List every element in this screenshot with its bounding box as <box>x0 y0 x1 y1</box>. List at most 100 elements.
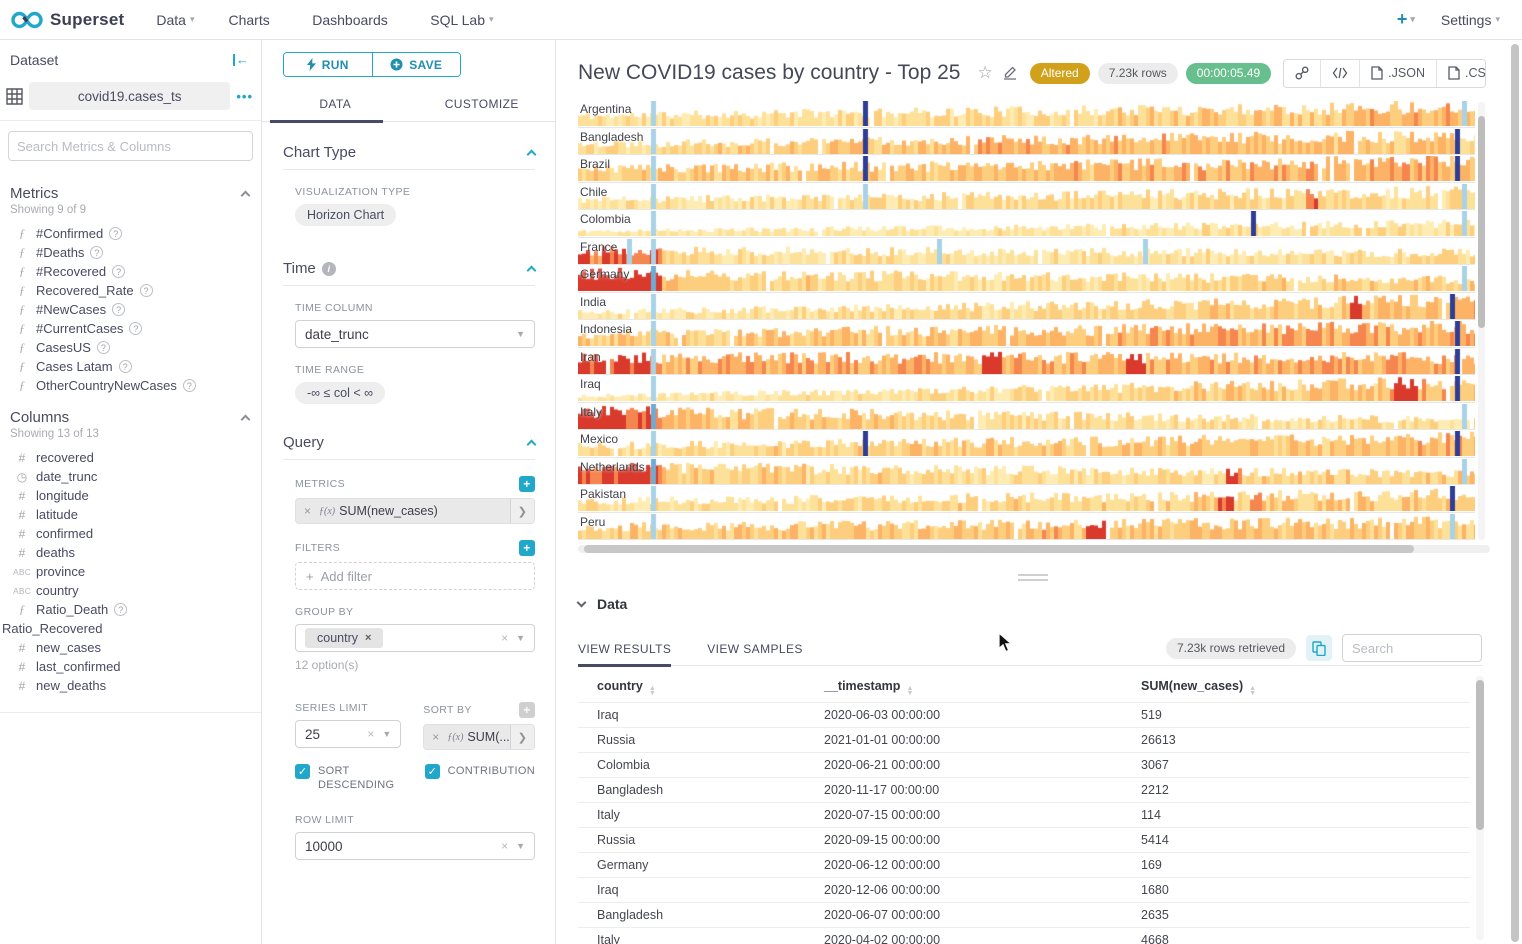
table-row[interactable]: Germany 2020-06-12 00:00:00 169 <box>578 852 1470 877</box>
help-icon[interactable]: ? <box>140 284 153 297</box>
add-filter-plus-button[interactable]: + <box>519 540 535 556</box>
chart-vertical-scrollbar[interactable] <box>1478 102 1485 540</box>
table-row[interactable]: Iraq 2020-12-06 00:00:00 1680 <box>578 877 1470 902</box>
table-row[interactable]: Italy 2020-04-02 00:00:00 4668 <box>578 927 1470 944</box>
help-icon[interactable]: ? <box>114 603 127 616</box>
metric-item[interactable]: ƒ #NewCases ? <box>0 300 261 319</box>
add-sortby-button[interactable]: + <box>519 702 535 718</box>
metric-pill[interactable]: × ƒ(x) SUM(new_cases) ❯ <box>295 498 535 524</box>
horizon-row[interactable]: Germany <box>578 265 1475 293</box>
horizon-row[interactable]: Argentina <box>578 100 1475 128</box>
nav-item[interactable]: Dashboards ▾ <box>312 12 396 28</box>
viz-type-value[interactable]: Horizon Chart <box>295 204 396 226</box>
metric-item[interactable]: ƒ #Deaths ? <box>0 243 261 262</box>
table-row[interactable]: Russia 2020-09-15 00:00:00 5414 <box>578 827 1470 852</box>
edit-title-icon[interactable] <box>1003 66 1017 80</box>
help-icon[interactable]: ? <box>183 379 196 392</box>
save-button[interactable]: SAVE <box>372 53 461 76</box>
dataset-options-icon[interactable]: ••• <box>236 89 253 104</box>
help-icon[interactable]: ? <box>112 303 125 316</box>
remove-metric-icon[interactable]: × <box>296 504 319 518</box>
horizon-row[interactable]: Colombia <box>578 210 1475 238</box>
share-link-button[interactable] <box>1284 60 1321 87</box>
metric-item[interactable]: ƒ #CurrentCases ? <box>0 319 261 338</box>
metric-item[interactable]: ƒ #Confirmed ? <box>0 224 261 243</box>
metrics-search[interactable] <box>8 131 253 161</box>
col-header-metric[interactable]: SUM(new_cases)▲▼ <box>1141 679 1470 696</box>
column-item[interactable]: ƒ Ratio_Death ? <box>0 600 261 619</box>
chart-horizontal-scrollbar[interactable] <box>578 545 1490 553</box>
row-limit-select[interactable]: 10000 × ▼ <box>295 832 535 860</box>
column-item[interactable]: # confirmed ? <box>0 524 261 543</box>
collapse-panel-icon[interactable]: ← <box>233 54 249 66</box>
table-row[interactable]: Italy 2020-07-15 00:00:00 114 <box>578 802 1470 827</box>
help-icon[interactable]: ? <box>90 246 103 259</box>
clear-icon[interactable]: × <box>501 631 508 645</box>
table-row[interactable]: Colombia 2020-06-21 00:00:00 3067 <box>578 752 1470 777</box>
horizon-row[interactable]: Pakistan <box>578 485 1475 513</box>
nav-item[interactable]: Charts ▾ <box>228 12 278 28</box>
contribution-checkbox[interactable]: ✓ <box>425 764 440 779</box>
tab-data[interactable]: DATA <box>262 86 409 121</box>
metric-item[interactable]: ƒ CasesUS ? <box>0 338 261 357</box>
chevron-down-icon[interactable] <box>577 597 587 607</box>
results-search-input[interactable] <box>1342 634 1482 662</box>
embed-code-button[interactable] <box>1321 60 1360 87</box>
help-icon[interactable]: ? <box>97 341 110 354</box>
help-icon[interactable]: ? <box>112 265 125 278</box>
panel-resize-handle[interactable] <box>1018 574 1048 584</box>
column-item[interactable]: # new_cases ? <box>0 638 261 657</box>
sort-icon[interactable]: ▲▼ <box>1249 686 1256 696</box>
time-range-value[interactable]: -∞ ≤ col < ∞ <box>295 382 385 404</box>
horizon-row[interactable]: Chile <box>578 183 1475 211</box>
horizon-row[interactable]: Brazil <box>578 155 1475 183</box>
horizon-row[interactable]: Netherlands <box>578 458 1475 486</box>
column-item[interactable]: ◷ date_trunc ? <box>0 467 261 486</box>
superset-logo[interactable]: Superset <box>0 9 138 31</box>
chevron-up-icon[interactable] <box>527 150 537 160</box>
add-metric-button[interactable]: + <box>519 476 535 492</box>
dataset-name[interactable]: covid19.cases_ts <box>29 82 230 110</box>
horizon-row[interactable]: Italy <box>578 403 1475 431</box>
col-header-country[interactable]: country▲▼ <box>578 679 824 696</box>
tab-customize[interactable]: CUSTOMIZE <box>409 86 556 121</box>
column-item[interactable]: # last_confirmed ? <box>0 657 261 676</box>
column-item[interactable]: ABC province ? <box>0 562 261 581</box>
help-icon[interactable]: ? <box>119 360 132 373</box>
column-item[interactable]: # longitude ? <box>0 486 261 505</box>
column-item[interactable]: ABC country ? <box>0 581 261 600</box>
settings-menu[interactable]: Settings ▾ <box>1441 12 1500 28</box>
expand-metric-icon[interactable]: ❯ <box>510 499 534 523</box>
table-row[interactable]: Bangladesh 2020-06-07 00:00:00 2635 <box>578 902 1470 927</box>
copy-data-button[interactable] <box>1306 635 1332 661</box>
new-item-button[interactable]: + ▾ <box>1397 9 1415 30</box>
sort-icon[interactable]: ▲▼ <box>649 686 656 696</box>
column-item[interactable]: # new_deaths ? <box>0 676 261 695</box>
chevron-up-icon[interactable] <box>527 266 537 276</box>
horizon-row[interactable]: Iraq <box>578 375 1475 403</box>
horizon-row[interactable]: Peru <box>578 513 1475 541</box>
table-scrollbar[interactable] <box>1476 676 1484 940</box>
time-column-select[interactable]: date_trunc ▼ <box>295 320 535 348</box>
table-row[interactable]: Russia 2021-01-01 00:00:00 26613 <box>578 727 1470 752</box>
horizon-row[interactable]: Mexico <box>578 430 1475 458</box>
add-filter-box[interactable]: + Add filter <box>295 562 535 590</box>
column-item[interactable]: # recovered ? <box>0 448 261 467</box>
chevron-up-icon[interactable] <box>527 440 537 450</box>
remove-sortby-icon[interactable]: × <box>424 730 447 744</box>
info-icon[interactable]: i <box>322 262 336 276</box>
sortby-pill[interactable]: × ƒ(x) SUM(... ❯ <box>423 724 535 750</box>
export-csv-button[interactable]: .CSV <box>1437 60 1486 87</box>
expand-sortby-icon[interactable]: ❯ <box>510 725 534 749</box>
help-icon[interactable]: ? <box>109 227 122 240</box>
remove-tag-icon[interactable]: × <box>365 632 371 644</box>
chevron-up-icon[interactable] <box>241 415 251 425</box>
tab-view-samples[interactable]: VIEW SAMPLES <box>707 638 803 665</box>
horizon-row[interactable]: India <box>578 293 1475 321</box>
altered-badge[interactable]: Altered <box>1030 63 1090 84</box>
clear-icon[interactable]: × <box>367 727 374 741</box>
chevron-up-icon[interactable] <box>241 191 251 201</box>
horizon-row[interactable]: Iran <box>578 348 1475 376</box>
metrics-search-input[interactable] <box>17 139 244 154</box>
nav-item[interactable]: SQL Lab ▾ <box>430 12 493 28</box>
